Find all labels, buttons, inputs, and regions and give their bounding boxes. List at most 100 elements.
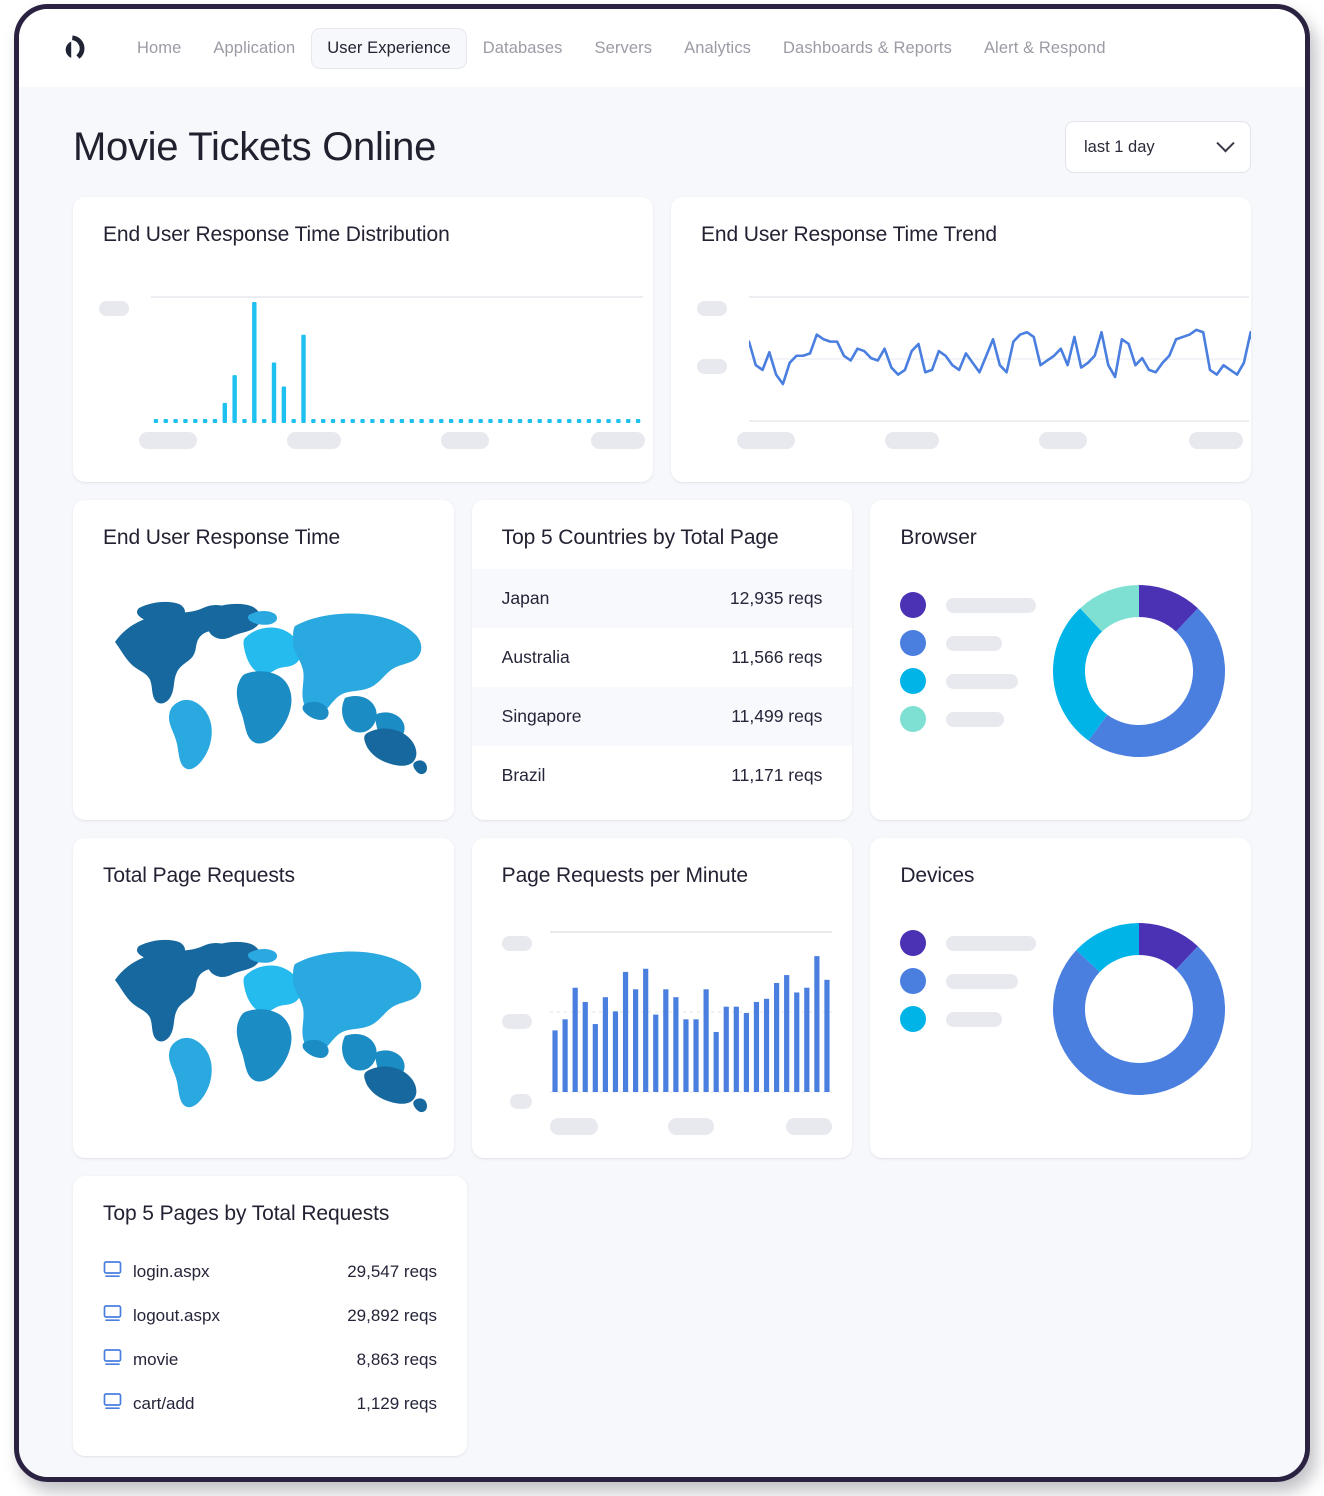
y-axis-label-skeleton: [697, 301, 727, 316]
page-value: 29,892 reqs: [347, 1306, 437, 1325]
card-title: Browser: [900, 526, 977, 549]
devices-legend: [900, 924, 1037, 1038]
legend-color-swatch: [900, 592, 927, 618]
card-response-time-distribution[interactable]: End User Response Time Distribution: [73, 197, 653, 482]
page-title: Movie Tickets Online: [73, 124, 437, 169]
card-title: End User Response Time Distribution: [103, 223, 450, 246]
nav-items: Home Application User Experience Databas…: [121, 27, 1122, 69]
monitor-icon: [103, 1392, 133, 1416]
app-window: Home Application User Experience Databas…: [14, 4, 1310, 1482]
list-item[interactable]: login.aspx 29,547 reqs: [73, 1250, 467, 1294]
card-response-time-trend[interactable]: End User Response Time Trend: [671, 197, 1251, 482]
legend-color-swatch: [900, 668, 927, 694]
x-axis-label-skeleton: [1189, 432, 1243, 449]
table-row[interactable]: Japan 12,935 reqs: [471, 569, 853, 628]
legend-item[interactable]: [900, 962, 1036, 1000]
x-axis-label-skeleton: [667, 1118, 714, 1135]
card-total-page-requests-map[interactable]: Total Page Requests: [73, 838, 454, 1158]
dashboard-row-4: Top 5 Pages by Total Requests login.aspx…: [73, 1176, 1251, 1456]
page-header: Movie Tickets Online last 1 day: [47, 87, 1277, 197]
card-title: End User Response Time Trend: [701, 223, 998, 246]
x-axis-label-skeleton: [737, 432, 795, 449]
list-item[interactable]: logout.aspx 29,892 reqs: [73, 1294, 467, 1338]
card-browser[interactable]: Browser: [870, 500, 1252, 820]
table-row[interactable]: Brazil 11,171 reqs: [472, 746, 853, 805]
page-value: 1,129 reqs: [356, 1394, 437, 1413]
x-axis-label-skeleton: [591, 432, 645, 449]
legend-label-skeleton: [946, 1011, 1003, 1027]
page-name: cart/add: [133, 1394, 195, 1413]
country-name: Australia: [501, 647, 570, 667]
x-axis-label-skeleton: [1039, 432, 1087, 449]
y-axis-label-skeleton: [501, 936, 532, 951]
page-value: 29,547 reqs: [347, 1262, 437, 1281]
legend-label-skeleton: [946, 711, 1005, 727]
nav-item-analytics[interactable]: Analytics: [668, 28, 767, 69]
country-name: Brazil: [501, 765, 546, 785]
card-page-requests-per-minute[interactable]: Page Requests per Minute: [471, 838, 853, 1158]
monitor-icon: [103, 1348, 133, 1372]
devices-donut-chart: [1053, 923, 1226, 1096]
legend-item[interactable]: [900, 700, 1036, 738]
page-value: 8,863 reqs: [356, 1350, 437, 1369]
card-devices[interactable]: Devices: [870, 838, 1252, 1158]
nav-item-dashboards-reports[interactable]: Dashboards & Reports: [767, 28, 968, 69]
distribution-bar-chart: [151, 296, 643, 423]
x-axis-label-skeleton: [441, 432, 489, 449]
nav-item-databases[interactable]: Databases: [467, 28, 579, 69]
nav-item-home[interactable]: Home: [121, 28, 197, 69]
top-pages-list: login.aspx 29,547 reqs logout.aspx 29,89…: [73, 1250, 467, 1426]
world-map-response-time: [99, 586, 441, 776]
legend-item[interactable]: [900, 662, 1036, 700]
nav-item-alert-respond[interactable]: Alert & Respond: [968, 28, 1122, 69]
dashboard-row-3: Total Page Requests Page Requests per Mi…: [73, 838, 1252, 1158]
legend-item[interactable]: [900, 586, 1037, 624]
top-navigation-bar: Home Application User Experience Databas…: [19, 9, 1305, 87]
monitor-icon: [103, 1304, 133, 1328]
legend-label-skeleton: [946, 673, 1019, 689]
time-range-value: last 1 day: [1084, 137, 1155, 156]
x-axis-label-skeleton: [885, 432, 939, 449]
monitor-icon: [103, 1260, 133, 1284]
legend-item[interactable]: [900, 924, 1037, 962]
chevron-down-icon: [1216, 133, 1235, 152]
appdynamics-logo-icon: [57, 31, 91, 65]
country-value: 11,566 reqs: [731, 647, 823, 667]
time-range-select[interactable]: last 1 day: [1065, 121, 1251, 173]
card-title: Top 5 Pages by Total Requests: [103, 1202, 390, 1225]
x-axis-label-skeleton: [549, 1118, 598, 1135]
country-value: 11,499 reqs: [731, 706, 823, 726]
dashboard-row-1: End User Response Time Distribution End …: [73, 197, 1251, 482]
browser-legend: [900, 586, 1037, 738]
trend-line-chart: [749, 296, 1251, 422]
legend-item[interactable]: [900, 624, 1036, 662]
legend-color-swatch: [900, 930, 927, 956]
y-axis-label-skeleton: [509, 1094, 532, 1109]
page-name: logout.aspx: [133, 1306, 220, 1325]
list-item[interactable]: movie 8,863 reqs: [73, 1338, 467, 1382]
country-value: 12,935 reqs: [729, 588, 823, 608]
nav-item-servers[interactable]: Servers: [579, 28, 669, 69]
card-top-pages[interactable]: Top 5 Pages by Total Requests login.aspx…: [73, 1176, 467, 1456]
legend-color-swatch: [900, 706, 927, 732]
list-item[interactable]: cart/add 1,129 reqs: [73, 1382, 467, 1426]
legend-item[interactable]: [900, 1000, 1036, 1038]
country-value: 11,171 reqs: [731, 765, 823, 785]
country-name: Japan: [501, 588, 550, 608]
table-row[interactable]: Singapore 11,499 reqs: [471, 687, 853, 746]
legend-color-swatch: [900, 968, 927, 994]
browser-donut-chart: [1053, 585, 1226, 758]
dashboard-row-2: End User Response Time Top 5 Countries b…: [73, 500, 1252, 820]
card-response-time-map[interactable]: End User Response Time: [73, 500, 454, 820]
card-title: End User Response Time: [103, 526, 341, 549]
page-name: movie: [133, 1350, 179, 1369]
world-map-total-requests: [99, 924, 441, 1114]
nav-item-application[interactable]: Application: [197, 28, 311, 69]
card-title: Total Page Requests: [103, 864, 295, 887]
x-axis-label-skeleton: [785, 1118, 832, 1135]
nav-item-user-experience[interactable]: User Experience: [311, 27, 467, 69]
legend-label-skeleton: [946, 597, 1037, 613]
card-top-countries[interactable]: Top 5 Countries by Total Page Japan 12,9…: [471, 500, 853, 820]
page-requests-bar-chart: [549, 931, 832, 1093]
table-row[interactable]: Australia 11,566 reqs: [472, 628, 853, 687]
